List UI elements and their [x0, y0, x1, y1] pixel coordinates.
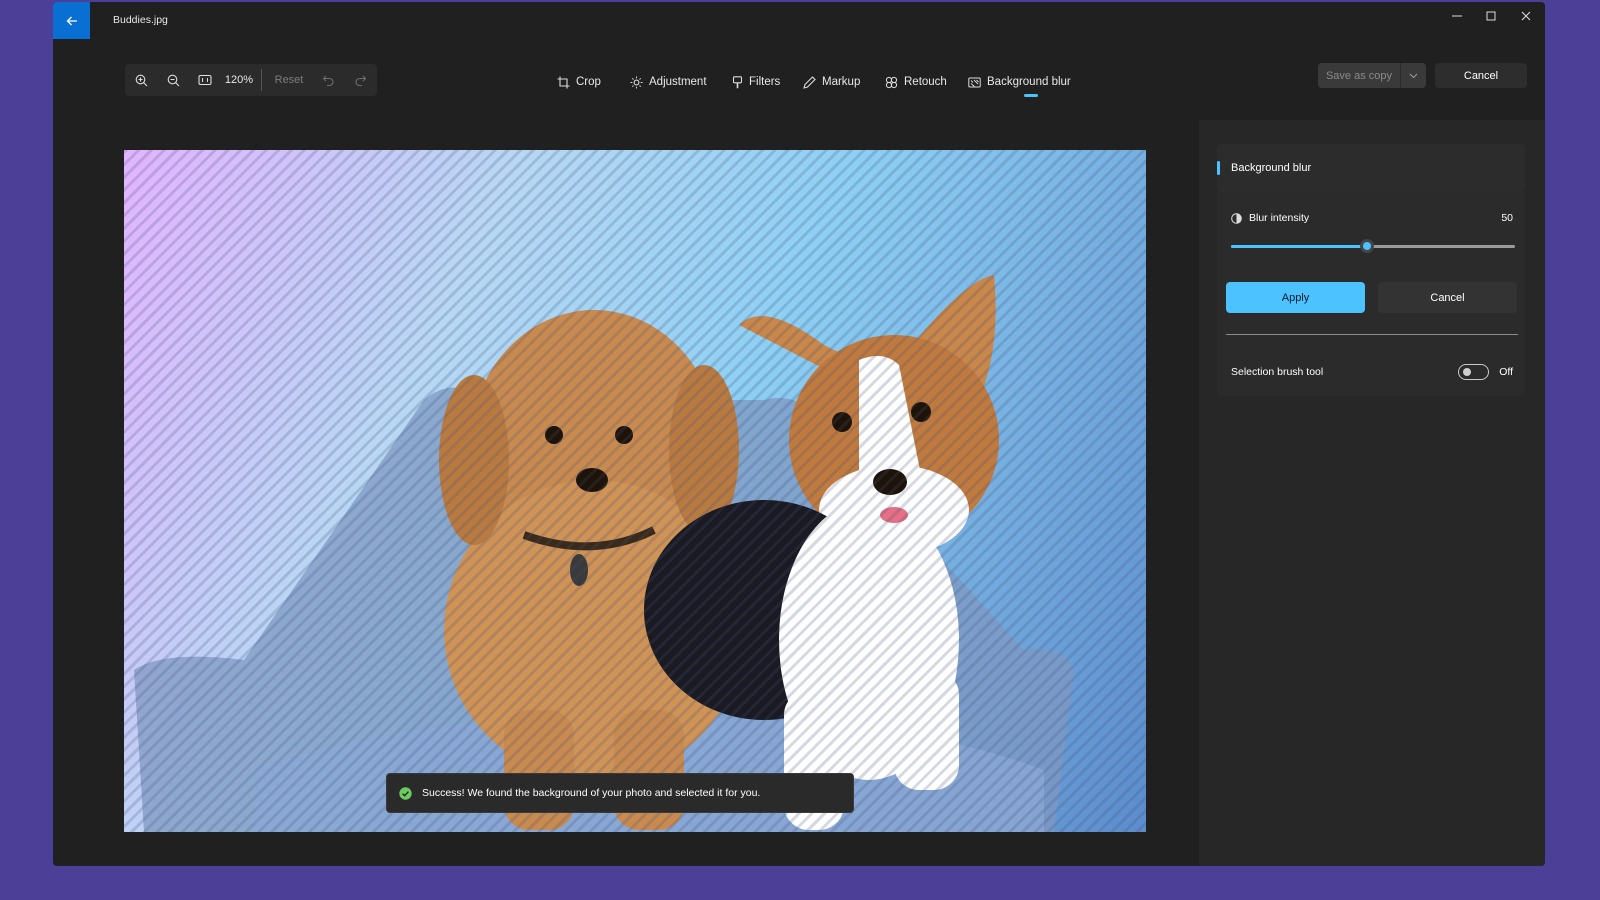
- blur-intensity-row: Blur intensity 50: [1231, 212, 1513, 224]
- tool-filters-label: Filters: [749, 76, 781, 88]
- selection-brush-label: Selection brush tool: [1231, 366, 1324, 378]
- save-as-copy-button[interactable]: Save as copy: [1318, 63, 1400, 88]
- panel-divider: [1226, 334, 1518, 335]
- filter-brush-icon: [732, 75, 743, 88]
- tool-adjustment-label: Adjustment: [649, 76, 707, 88]
- slider-fill: [1231, 245, 1368, 248]
- maximize-button[interactable]: [1476, 5, 1506, 27]
- tool-background-blur-label: Background blur: [987, 76, 1071, 88]
- tool-markup[interactable]: Markup: [803, 68, 860, 96]
- minimize-button[interactable]: [1442, 5, 1472, 27]
- save-as-copy-split-button: Save as copy: [1318, 63, 1426, 88]
- selection-brush-row: Selection brush tool Off: [1231, 364, 1513, 380]
- photos-editor-window: Buddies.jpg 120% Reset Crop Adjustment F…: [53, 2, 1545, 866]
- panel-header-indicator: [1217, 161, 1220, 175]
- minimize-icon: [1452, 15, 1462, 17]
- back-button[interactable]: [53, 2, 90, 39]
- tool-background-blur[interactable]: Background blur: [968, 68, 1071, 96]
- panel-title: Background blur: [1231, 162, 1312, 174]
- tool-filters[interactable]: Filters: [732, 68, 780, 96]
- tool-retouch-label: Retouch: [904, 76, 947, 88]
- blur-intensity-value: 50: [1501, 212, 1513, 224]
- pen-icon: [803, 75, 816, 89]
- retouch-icon: [885, 76, 898, 88]
- panel-body: Blur intensity 50 Apply Cancel Selection…: [1217, 192, 1525, 396]
- active-tool-indicator: [1024, 94, 1038, 97]
- close-icon: [1521, 11, 1531, 21]
- background-selection-overlay: [124, 150, 1146, 832]
- tool-adjustment[interactable]: Adjustment: [630, 68, 707, 96]
- panel-header: Background blur: [1217, 144, 1525, 192]
- selection-brush-toggle[interactable]: [1458, 364, 1490, 380]
- photo-canvas[interactable]: [124, 150, 1146, 832]
- file-name: Buddies.jpg: [113, 14, 168, 26]
- restore-icon: [1486, 11, 1496, 21]
- success-toast: Success! We found the background of your…: [386, 773, 854, 813]
- tool-crop-label: Crop: [576, 76, 601, 88]
- save-options-dropdown[interactable]: [1400, 63, 1426, 88]
- blur-intensity-label: Blur intensity: [1249, 212, 1310, 224]
- tool-crop[interactable]: Crop: [557, 68, 601, 96]
- slider-thumb[interactable]: [1360, 239, 1375, 253]
- background-blur-panel: Background blur Blur intensity 50 Apply …: [1199, 120, 1545, 866]
- chevron-down-icon: [1409, 73, 1418, 78]
- check-circle-icon: [399, 786, 412, 800]
- apply-button[interactable]: Apply: [1226, 282, 1365, 313]
- selection-brush-state: Off: [1499, 366, 1513, 378]
- blur-intensity-slider[interactable]: [1231, 238, 1515, 254]
- arrow-left-icon: [66, 16, 77, 25]
- crop-icon: [557, 76, 570, 88]
- panel-cancel-button[interactable]: Cancel: [1378, 282, 1517, 313]
- tool-retouch[interactable]: Retouch: [885, 68, 947, 96]
- brightness-icon: [630, 76, 643, 88]
- cancel-button[interactable]: Cancel: [1435, 63, 1527, 88]
- tool-markup-label: Markup: [822, 76, 861, 88]
- close-button[interactable]: [1511, 5, 1541, 27]
- toast-message: Success! We found the background of your…: [422, 787, 761, 799]
- background-blur-icon: [968, 77, 981, 87]
- contrast-icon: [1231, 212, 1242, 224]
